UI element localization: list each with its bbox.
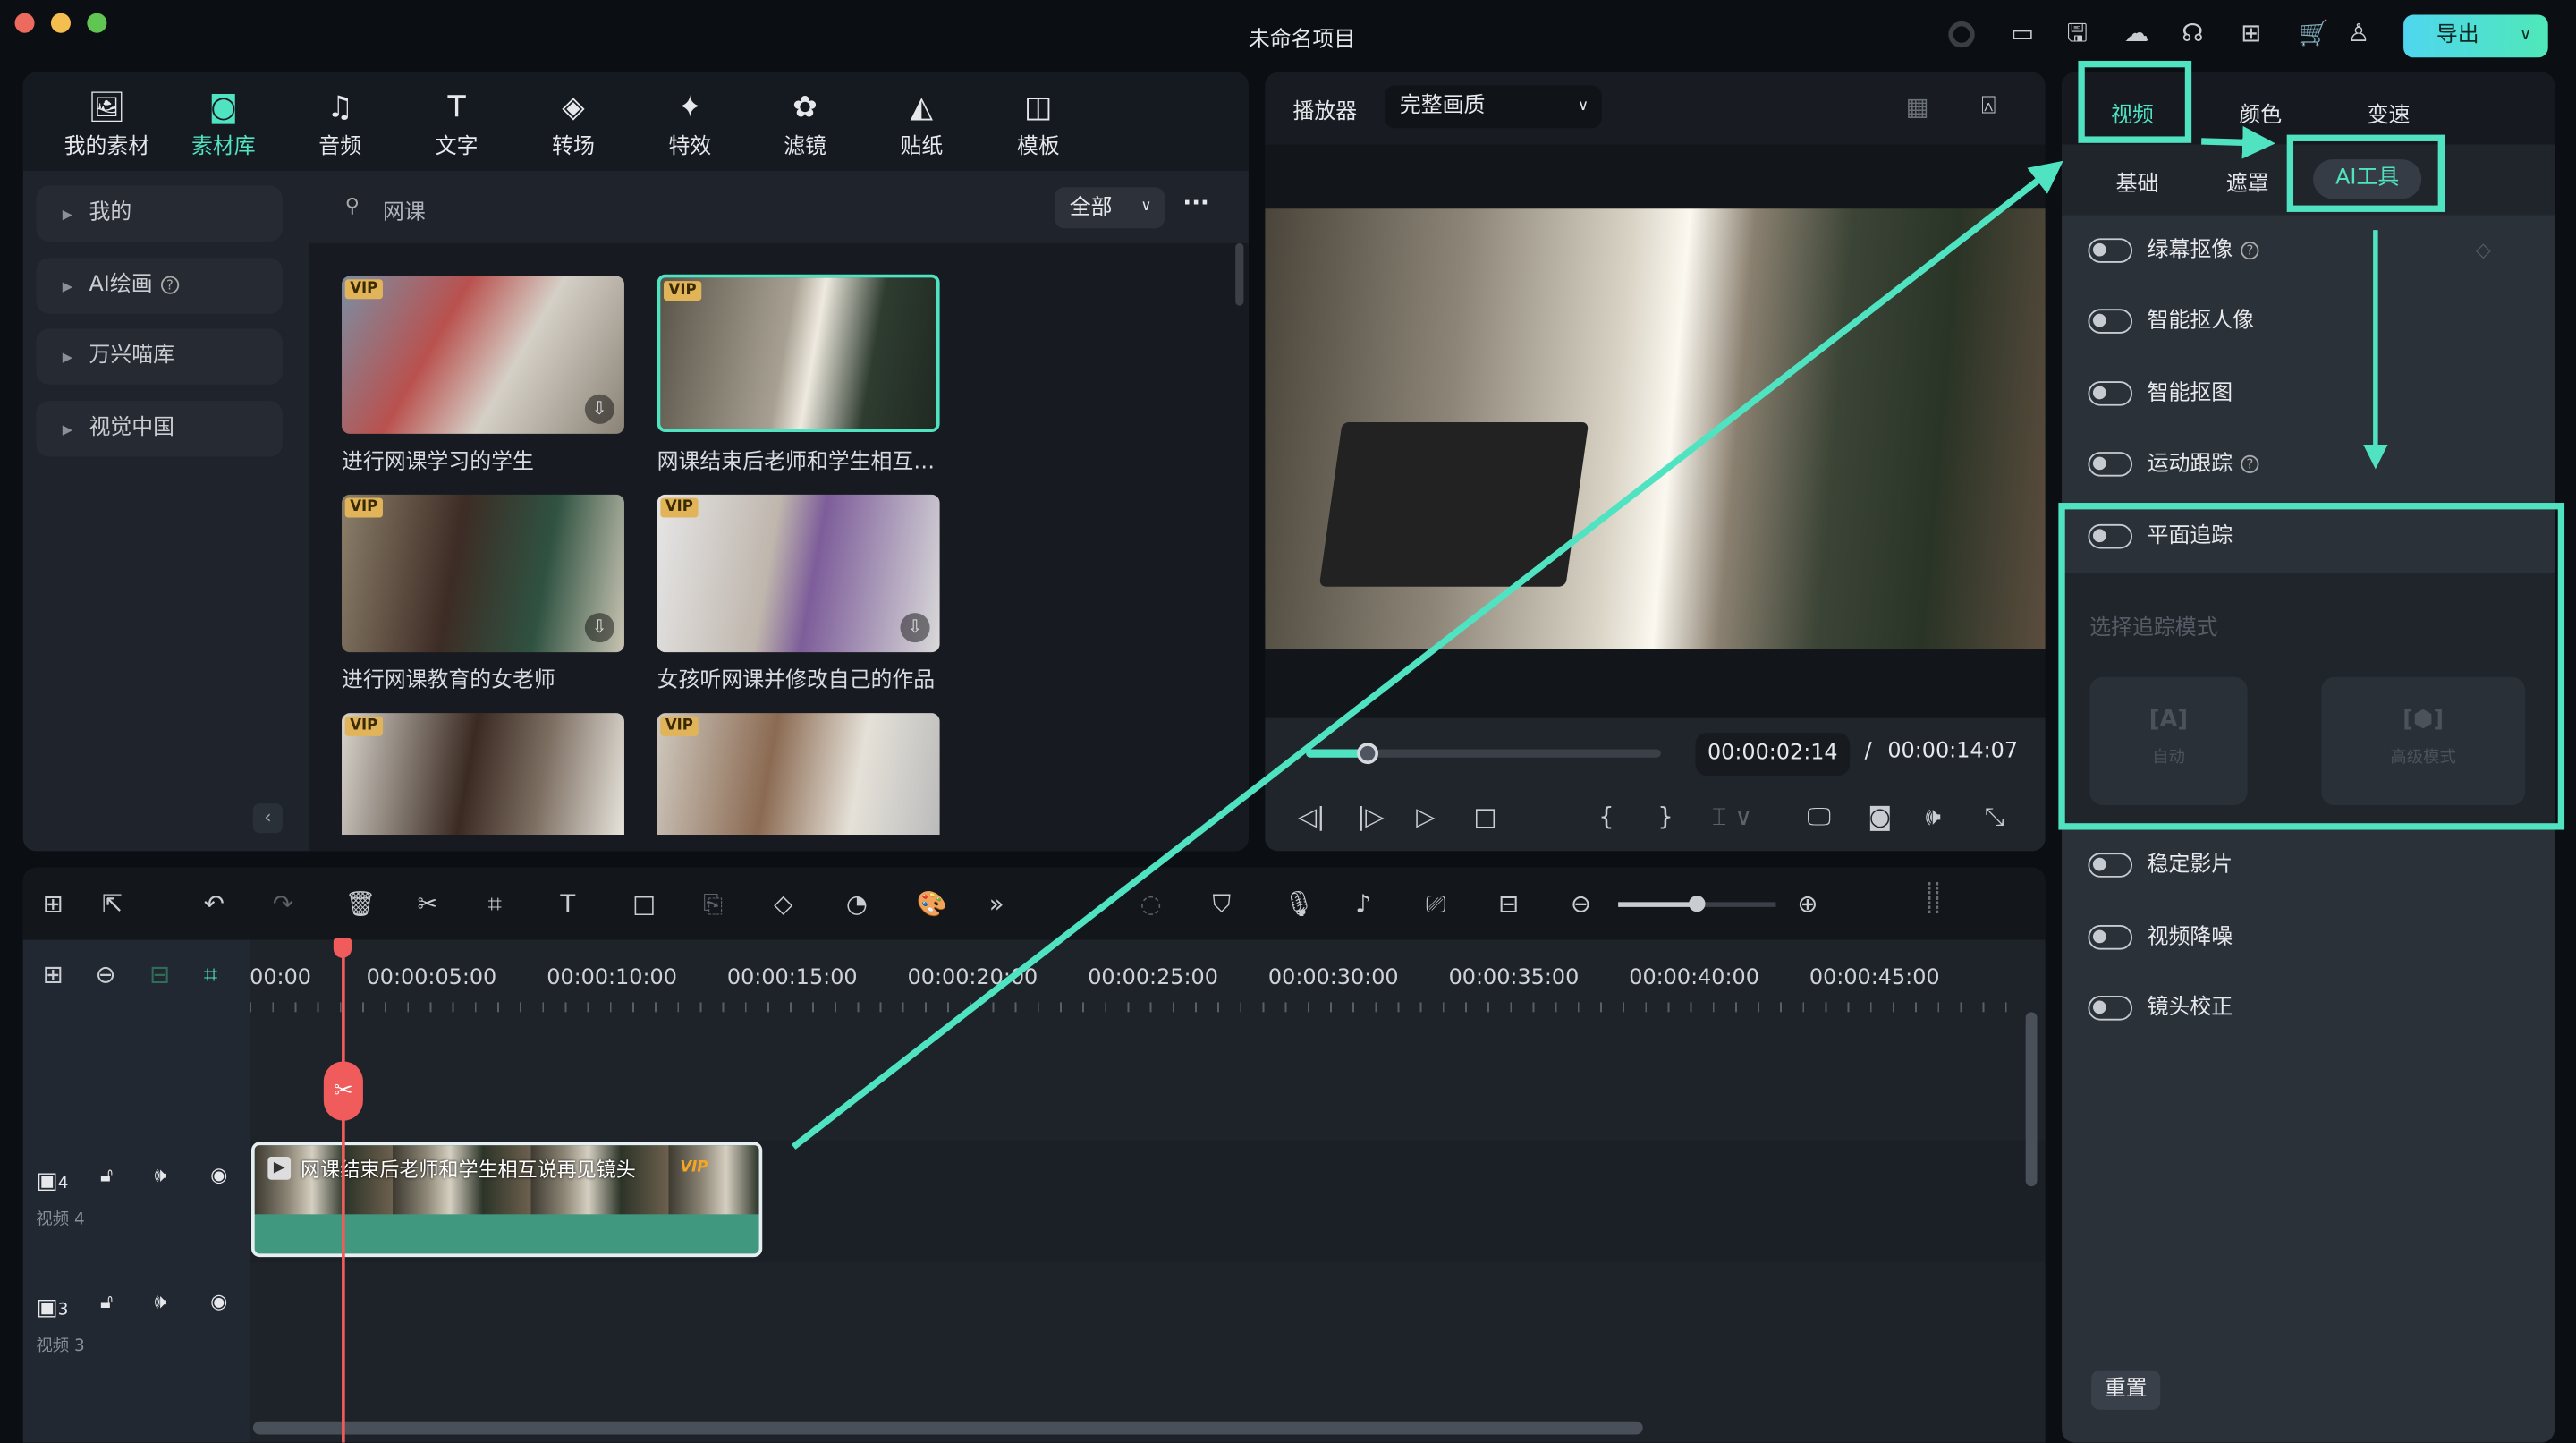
highlight-box-video-tab xyxy=(2078,60,2192,143)
arrow-clip-to-panel xyxy=(791,160,2063,1150)
arrow-to-ai-tools xyxy=(2201,125,2275,159)
highlight-box-ai-tools xyxy=(2286,134,2445,212)
highlight-box-planar-tracking xyxy=(2058,503,2565,830)
annotation-overlay xyxy=(791,60,2565,1150)
